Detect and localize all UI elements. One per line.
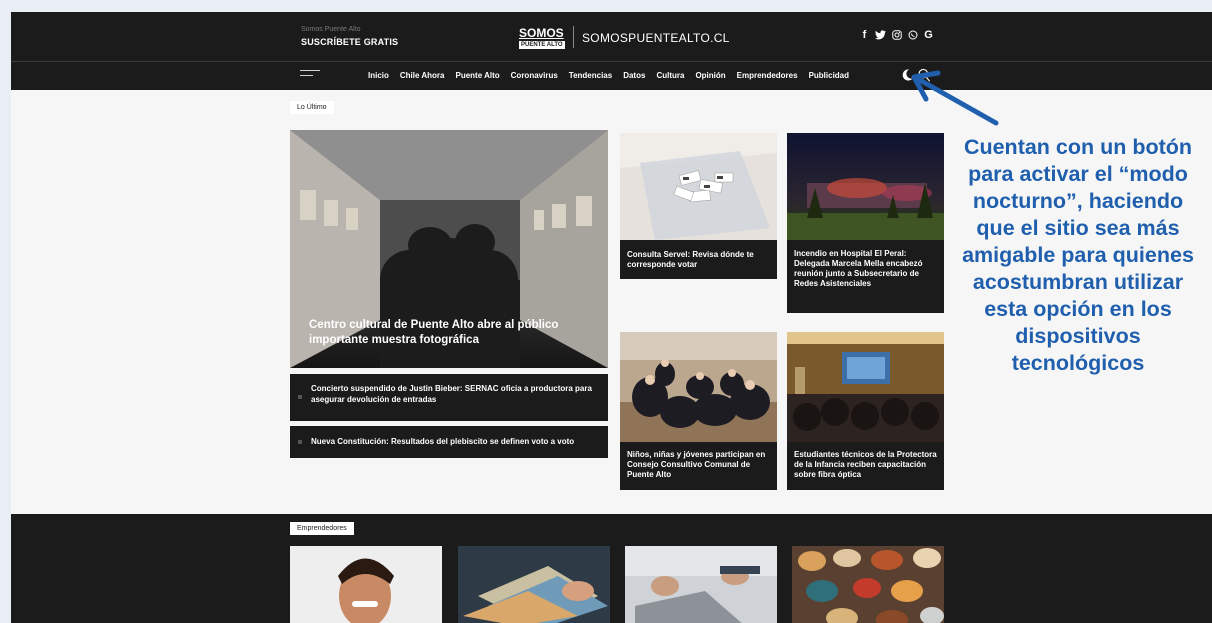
bullet-icon	[298, 440, 302, 444]
nav-item-tendencias[interactable]: Tendencias	[569, 71, 612, 80]
emprendedores-image[interactable]	[792, 546, 944, 623]
instagram-icon[interactable]	[891, 28, 902, 41]
story-image	[787, 133, 944, 240]
emprendedores-image[interactable]	[625, 546, 777, 623]
emprendedores-section: Emprendedores	[11, 514, 1212, 623]
news-row-title: Concierto suspendido de Justin Bieber: S…	[311, 384, 592, 404]
site-name[interactable]: SOMOSPUENTEALTO.CL	[582, 31, 730, 45]
nav-item-opinion[interactable]: Opinión	[695, 71, 725, 80]
main-story-card[interactable]: Centro cultural de Puente Alto abre al p…	[290, 130, 608, 368]
site-logo[interactable]: SOMOS PUENTE ALTO	[519, 27, 565, 49]
story-card[interactable]: Estudiantes técnicos de la Protectora de…	[787, 332, 944, 490]
logo-sub-text: PUENTE ALTO	[519, 41, 565, 49]
menu-icon[interactable]	[300, 70, 320, 82]
annotation-arrow-icon	[911, 70, 999, 126]
bullet-icon	[298, 395, 302, 399]
story-image	[620, 133, 777, 240]
section-label-emprendedores: Emprendedores	[290, 522, 354, 535]
story-card[interactable]: Incendio en Hospital El Peral: Delegada …	[787, 133, 944, 313]
nav-item-inicio[interactable]: Inicio	[368, 71, 389, 80]
story-image	[787, 332, 944, 442]
nav-item-publicidad[interactable]: Publicidad	[809, 71, 849, 80]
nav-item-cultura[interactable]: Cultura	[656, 71, 684, 80]
story-caption: Estudiantes técnicos de la Protectora de…	[794, 450, 937, 479]
story-card[interactable]: Niños, niñas y jóvenes participan en Con…	[620, 332, 777, 490]
nav-bar: Inicio Chile Ahora Puente Alto Coronavir…	[11, 62, 1212, 90]
news-row[interactable]: Nueva Constitución: Resultados del plebi…	[290, 426, 608, 458]
nav-item-chile-ahora[interactable]: Chile Ahora	[400, 71, 445, 80]
nav-item-puente-alto[interactable]: Puente Alto	[456, 71, 500, 80]
subscribe-kicker: Somos Puente Alto	[301, 26, 361, 33]
story-image	[620, 332, 777, 442]
section-label-latest: Lo Último	[290, 101, 334, 114]
logo-divider	[573, 26, 574, 48]
social-links: f G	[859, 28, 934, 41]
news-row[interactable]: Concierto suspendido de Justin Bieber: S…	[290, 374, 608, 421]
story-caption: Consulta Servel: Revisa dónde te corresp…	[627, 250, 754, 269]
annotation-text: Cuentan con un botón para activar el “mo…	[962, 135, 1194, 375]
subscribe-link[interactable]: SUSCRÍBETE GRATIS	[301, 37, 398, 47]
story-caption: Niños, niñas y jóvenes participan en Con…	[627, 450, 766, 479]
whatsapp-icon[interactable]	[907, 28, 918, 41]
logo-main-text: SOMOS	[519, 26, 564, 40]
nav-item-datos[interactable]: Datos	[623, 71, 645, 80]
nav-item-coronavirus[interactable]: Coronavirus	[511, 71, 558, 80]
nav-item-emprendedores[interactable]: Emprendedores	[737, 71, 798, 80]
main-story-caption: Centro cultural de Puente Alto abre al p…	[309, 319, 559, 346]
twitter-icon[interactable]	[875, 28, 886, 41]
main-menu: Inicio Chile Ahora Puente Alto Coronavir…	[368, 71, 849, 80]
story-caption: Incendio en Hospital El Peral: Delegada …	[794, 249, 923, 288]
emprendedores-image[interactable]	[458, 546, 610, 623]
google-icon[interactable]: G	[923, 28, 934, 41]
story-card[interactable]: Consulta Servel: Revisa dónde te corresp…	[620, 133, 777, 279]
facebook-icon[interactable]: f	[859, 28, 870, 41]
top-bar: Somos Puente Alto SUSCRÍBETE GRATIS SOMO…	[11, 12, 1212, 62]
news-row-title: Nueva Constitución: Resultados del plebi…	[311, 437, 575, 446]
emprendedores-image[interactable]	[290, 546, 442, 623]
